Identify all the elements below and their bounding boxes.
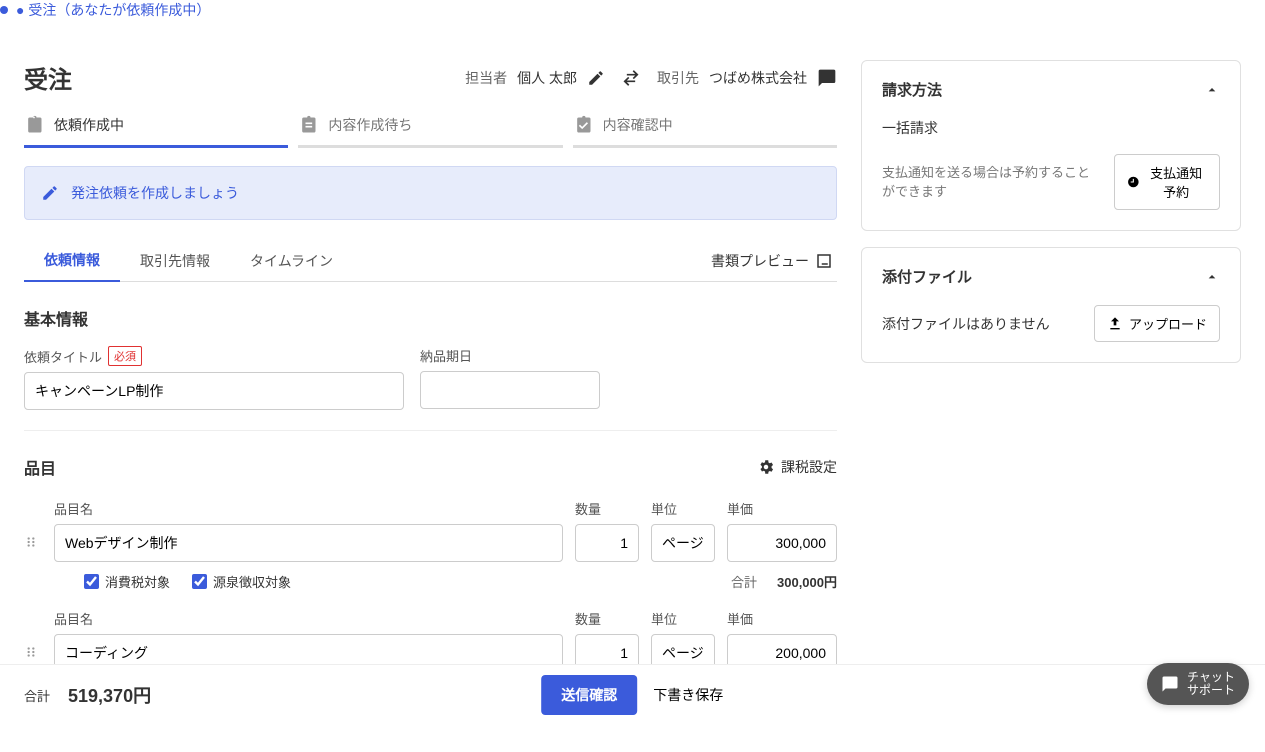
item-subtotal: 300,000円 — [777, 572, 837, 591]
step-review[interactable]: 内容確認中 — [573, 115, 837, 148]
basic-section-heading: 基本情報 — [24, 306, 837, 330]
chevron-up-icon — [1204, 269, 1220, 285]
page-title: 受注 — [24, 60, 72, 95]
attachments-card-header[interactable]: 添付ファイル — [862, 248, 1240, 305]
item-row: 品目名 数量 単位 単価 — [24, 499, 837, 609]
item-qty-input[interactable] — [575, 524, 639, 562]
attachments-card: 添付ファイル 添付ファイルはありません アップロード — [861, 247, 1241, 363]
step-draft[interactable]: 依頼作成中 — [24, 115, 288, 148]
required-badge: 必須 — [108, 346, 142, 366]
clock-icon — [1127, 174, 1140, 190]
delivery-label: 納品期日 — [420, 346, 472, 365]
chevron-up-icon — [1204, 82, 1220, 98]
payment-schedule-button[interactable]: 支払通知予約 — [1114, 154, 1220, 210]
submit-confirm-button[interactable]: 送信確認 — [541, 675, 637, 715]
partner-label: 取引先 — [657, 68, 699, 88]
progress-steps: 依頼作成中 内容作成待ち 内容確認中 — [24, 115, 837, 148]
step-waiting[interactable]: 内容作成待ち — [298, 115, 562, 148]
cta-banner: 発注依頼を作成しましょう — [24, 166, 837, 220]
items-section-heading: 品目 — [24, 455, 56, 479]
title-label: 依頼タイトル — [24, 347, 102, 366]
tab-partner-info[interactable]: 取引先情報 — [120, 241, 230, 281]
tabs: 依頼情報 取引先情報 タイムライン 書類プレビュー — [24, 240, 837, 282]
status-tag: ● 受注（あなたが依頼作成中） — [0, 0, 1265, 20]
partner-name: つばめ株式会社 — [709, 68, 807, 88]
upload-icon — [1107, 316, 1123, 332]
item-unit-input[interactable] — [651, 524, 715, 562]
total-value: 519,370円 — [68, 682, 151, 708]
chat-bubble-icon — [1161, 675, 1179, 693]
chat-icon[interactable] — [817, 68, 837, 88]
tax-settings-button[interactable]: 課税設定 — [757, 457, 837, 477]
item-name-input[interactable] — [54, 524, 563, 562]
upload-button[interactable]: アップロード — [1094, 305, 1220, 342]
document-preview-link[interactable]: 書類プレビュー — [707, 241, 837, 281]
billing-card: 請求方法 一括請求 支払通知を送る場合は予約することができます 支払通知予約 — [861, 60, 1241, 231]
chat-support-widget[interactable]: チャット サポート — [1147, 663, 1249, 705]
item-price-input[interactable] — [727, 524, 837, 562]
request-title-input[interactable] — [24, 372, 404, 410]
swap-icon[interactable] — [621, 68, 641, 88]
drag-handle-icon[interactable] — [24, 499, 42, 549]
edit-assignee-icon[interactable] — [587, 69, 605, 87]
assignee-name: 個人 太郎 — [517, 68, 577, 88]
item-row: 品目名 数量 単位 単価 — [24, 609, 837, 672]
total-label: 合計 — [24, 686, 50, 705]
billing-card-header[interactable]: 請求方法 — [862, 61, 1240, 118]
check-icon — [573, 115, 593, 135]
footer-bar: 合計 519,370円 送信確認 下書き保存 — [0, 664, 1265, 725]
tax-checkbox[interactable]: 消費税対象 — [84, 572, 170, 591]
tab-timeline[interactable]: タイムライン — [230, 241, 353, 281]
attachments-empty: 添付ファイルはありません — [882, 314, 1050, 334]
gear-icon — [757, 458, 775, 476]
tab-request-info[interactable]: 依頼情報 — [24, 240, 120, 282]
preview-icon — [815, 252, 833, 270]
divider — [24, 430, 837, 431]
assignee-label: 担当者 — [465, 68, 507, 88]
pencil-icon — [41, 184, 59, 202]
billing-method: 一括請求 — [882, 118, 1220, 138]
document-icon — [298, 115, 318, 135]
save-draft-button[interactable]: 下書き保存 — [653, 685, 723, 705]
clipboard-icon — [24, 115, 44, 135]
delivery-date-input[interactable] — [420, 371, 600, 409]
status-dot-icon — [0, 6, 8, 14]
withholding-checkbox[interactable]: 源泉徴収対象 — [192, 572, 291, 591]
drag-handle-icon[interactable] — [24, 609, 42, 659]
status-text: ● 受注（あなたが依頼作成中） — [16, 0, 210, 20]
